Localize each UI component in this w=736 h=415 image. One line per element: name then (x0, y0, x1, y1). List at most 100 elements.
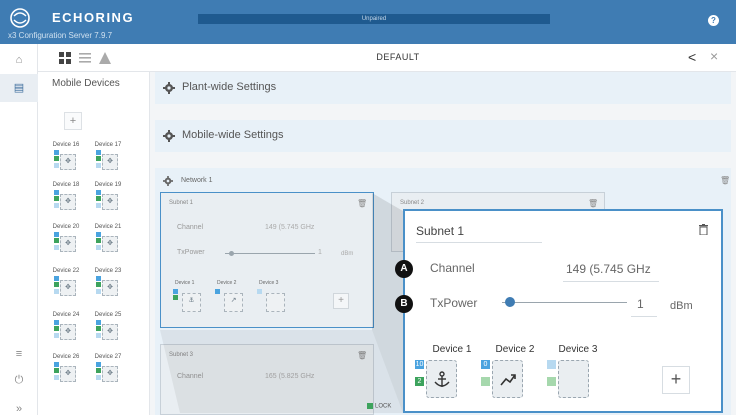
echoring-logo-icon (10, 8, 30, 28)
channel-value[interactable]: 165 (5.825 GHz (265, 373, 314, 380)
anchor-icon: ⚓ (182, 293, 201, 312)
plant-wide-settings[interactable]: Plant-wide Settings (155, 72, 731, 104)
device-tile[interactable]: 0 (481, 358, 523, 400)
device-node-icon: ✥ (60, 236, 76, 252)
add-device-button[interactable]: + (64, 112, 82, 130)
device-label: Device 16 (52, 142, 80, 148)
mobile-devices-panel: Mobile Devices + Device 16 Device 17 ✥ ✥… (38, 72, 150, 415)
device-badge (481, 377, 490, 386)
topology-view-icon[interactable] (98, 51, 112, 65)
device-tile[interactable]: ↗ (215, 289, 243, 312)
device-node-icon: ✥ (102, 324, 118, 340)
grid-view-icon[interactable] (58, 51, 72, 65)
device-badge: 2 (415, 377, 424, 386)
help-icon[interactable]: ? (708, 15, 719, 26)
device-tile[interactable]: ✥ (96, 232, 118, 254)
menu-icon[interactable]: ≡ (0, 340, 38, 368)
mobile-wide-settings[interactable]: Mobile-wide Settings (155, 120, 731, 152)
device-tile[interactable]: ✥ (96, 276, 118, 298)
mobile-devices-title: Mobile Devices (52, 78, 120, 89)
txpower-value[interactable]: 1 (318, 249, 322, 256)
home-icon[interactable]: ⌂ (0, 46, 38, 74)
txpower-slider-knob[interactable] (229, 251, 234, 256)
gear-icon[interactable] (163, 176, 173, 186)
lock-label: LOCK (375, 403, 392, 410)
txpower-unit: dBm (341, 251, 354, 257)
txpower-slider-knob[interactable] (504, 297, 515, 307)
subnet-title: Subnet 1 (169, 200, 194, 206)
zoom-subnet-title: Subnet 1 (416, 224, 465, 238)
subnet-card[interactable]: Subnet 3 🗑 Channel 165 (5.825 GHz (160, 344, 374, 415)
close-icon[interactable]: × (710, 48, 718, 64)
trend-icon (500, 374, 516, 386)
device-label: Device 21 (94, 224, 122, 230)
device-label: Device 19 (94, 182, 122, 188)
device-tile[interactable] (257, 289, 285, 312)
device-tile[interactable]: ✥ (54, 232, 76, 254)
expand-icon[interactable]: » (0, 395, 38, 415)
device-tile[interactable]: ✥ (54, 150, 76, 172)
network-title: Network 1 (181, 177, 213, 184)
device-node-icon: ✥ (60, 280, 76, 296)
back-icon[interactable]: < (688, 49, 696, 65)
device-label: Device 22 (52, 268, 80, 274)
device-tile[interactable]: ✥ (96, 362, 118, 384)
channel-value[interactable]: 149 (5.745 GHz (265, 224, 314, 231)
device-tile[interactable] (547, 358, 589, 400)
channel-label: Channel (177, 373, 204, 380)
left-rail: ⌂ ▤ ≡ ⏻ » (0, 44, 38, 415)
plant-wide-settings-title: Plant-wide Settings (182, 81, 277, 93)
trash-icon[interactable]: 🗑 (588, 199, 598, 208)
device-name: Device 2 (495, 344, 535, 355)
device-tile[interactable]: ✥ (54, 190, 76, 212)
page-title: DEFAULT (376, 52, 420, 62)
device-label: Device 23 (94, 268, 122, 274)
device-label: Device 24 (52, 312, 80, 318)
device-tile[interactable]: ✥ (96, 190, 118, 212)
trash-icon[interactable]: 🗑 (720, 176, 730, 185)
device-badge: 10 (415, 360, 424, 369)
app-header: ECHORING x3 Configuration Server 7.9.7 U… (0, 0, 736, 44)
device-label: Device 18 (52, 182, 80, 188)
brand-name: ECHORING (52, 10, 135, 25)
txpower-label: TxPower (177, 249, 205, 256)
device-node-icon: ✥ (102, 236, 118, 252)
subnet-card[interactable]: Subnet 1 🗑 Channel 149 (5.745 GHz TxPowe… (160, 192, 374, 328)
list-view-icon[interactable] (78, 51, 92, 65)
trash-icon[interactable]: 🗑 (357, 199, 367, 208)
device-node-icon: ✥ (60, 324, 76, 340)
device-tile[interactable]: ✥ (54, 276, 76, 298)
device-tile[interactable]: ⚓ (173, 289, 201, 312)
channel-value[interactable]: 149 (5.745 GHz (566, 262, 651, 276)
trash-icon[interactable] (699, 224, 708, 235)
device-name: Device 3 (558, 344, 598, 355)
device-node-icon: ✥ (102, 154, 118, 170)
txpower-slider[interactable] (502, 302, 627, 303)
device-tile[interactable]: ✥ (96, 320, 118, 342)
device-name: Device 1 (432, 344, 472, 355)
add-device-button[interactable]: + (662, 366, 690, 394)
trash-icon[interactable]: 🗑 (357, 351, 367, 360)
device-name: Device 3 (259, 280, 279, 286)
device-tile[interactable]: ✥ (54, 362, 76, 384)
add-device-button[interactable]: + (333, 293, 349, 309)
mobile-wide-settings-title: Mobile-wide Settings (182, 129, 284, 141)
devices-icon[interactable]: ▤ (0, 74, 38, 102)
subnet-title: Subnet 2 (400, 200, 425, 206)
txpower-underline (631, 316, 657, 317)
device-tile[interactable]: 10 2 (415, 358, 457, 400)
title-underline (416, 242, 542, 243)
gear-icon (163, 82, 175, 94)
txpower-slider[interactable] (225, 253, 315, 254)
lock-button[interactable]: LOCK (367, 403, 391, 410)
channel-underline (563, 281, 659, 282)
trend-icon: ↗ (224, 293, 243, 312)
device-label: Device 26 (52, 354, 80, 360)
callout-marker-a: A (395, 260, 413, 278)
device-tile[interactable]: ✥ (54, 320, 76, 342)
txpower-value[interactable]: 1 (637, 297, 644, 311)
device-tile[interactable]: ✥ (96, 150, 118, 172)
device-label: Device 25 (94, 312, 122, 318)
device-name: Device 2 (217, 280, 237, 286)
power-icon[interactable]: ⏻ (0, 366, 38, 394)
